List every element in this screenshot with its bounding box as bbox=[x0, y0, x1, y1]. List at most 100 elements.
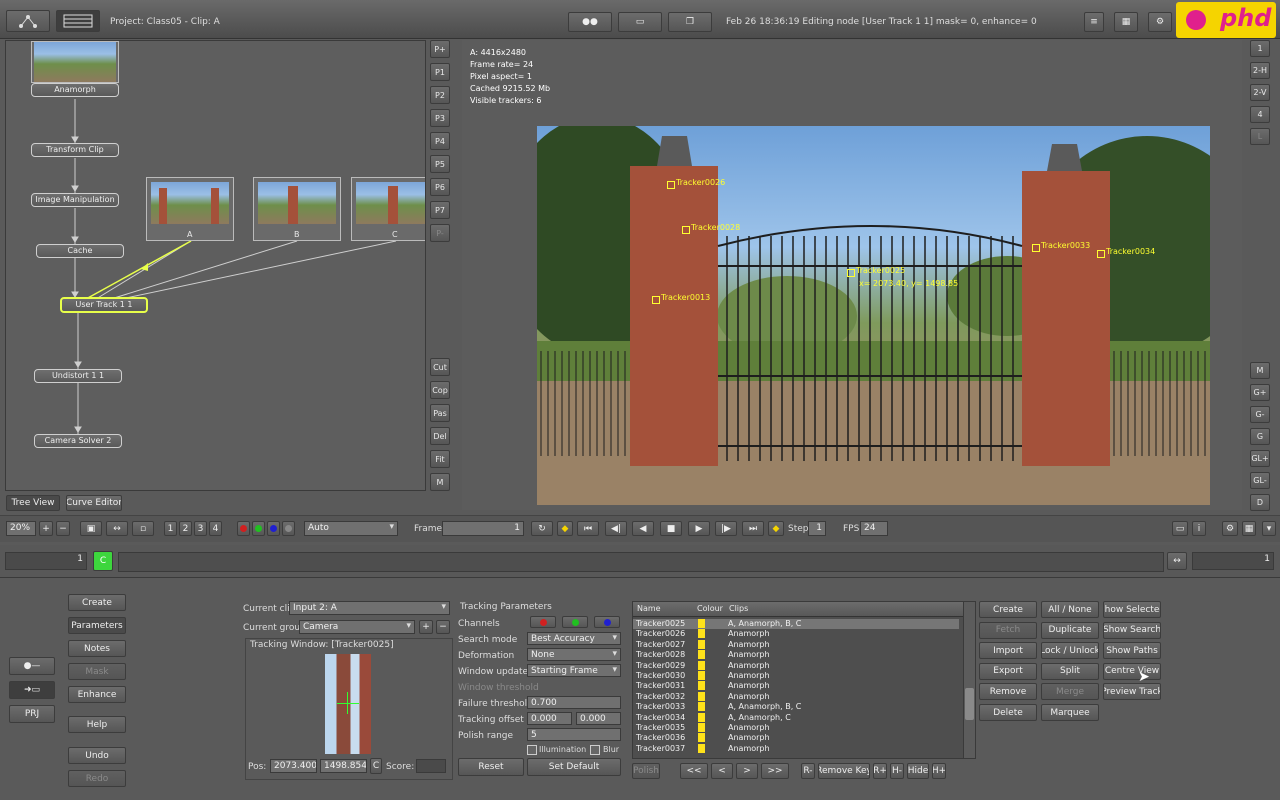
frame-field[interactable]: 1 bbox=[442, 521, 524, 536]
prev-key-button[interactable]: < bbox=[711, 763, 733, 779]
node-cache[interactable]: Cache bbox=[36, 244, 124, 258]
fit-view-icon[interactable]: ▣ bbox=[80, 521, 102, 536]
table-scrollbar[interactable] bbox=[963, 602, 975, 758]
copy-icon[interactable]: ❐ bbox=[668, 12, 712, 32]
tracking-window-preview[interactable] bbox=[325, 654, 371, 754]
view-grid-g[interactable]: G bbox=[1250, 428, 1270, 445]
center-c-button[interactable]: C bbox=[370, 758, 382, 774]
play-back-icon[interactable]: ◀ bbox=[632, 521, 654, 536]
tracker-marker[interactable] bbox=[652, 296, 660, 304]
table-row[interactable]: Tracker0034 A, Anamorph, C bbox=[633, 712, 959, 723]
table-scroll-thumb[interactable] bbox=[965, 688, 974, 720]
fetch-button[interactable]: Fetch bbox=[979, 621, 1037, 639]
view-grid-g[interactable]: G- bbox=[1250, 406, 1270, 423]
tracker-marker[interactable] bbox=[847, 269, 855, 277]
channel-red-button[interactable] bbox=[237, 521, 250, 536]
view-layout-2-v[interactable]: 2-V bbox=[1250, 84, 1270, 101]
show-paths-button[interactable]: Show Paths bbox=[1103, 642, 1161, 660]
all-none-button[interactable]: All / None bbox=[1041, 601, 1099, 618]
tracking-offset-y-field[interactable]: 0.000 bbox=[576, 712, 621, 725]
split-button[interactable]: Split bbox=[1041, 662, 1099, 680]
fps-field[interactable]: 24 bbox=[860, 521, 888, 536]
mode-3-button[interactable]: 3 bbox=[194, 521, 207, 536]
col-colour-header[interactable]: Colour bbox=[697, 604, 723, 613]
step-forward-icon[interactable]: |▶ bbox=[715, 521, 737, 536]
collapse-arrow-icon[interactable]: ▾ bbox=[1262, 521, 1276, 536]
next-key-button[interactable]: > bbox=[736, 763, 758, 779]
display-mode-select[interactable]: Auto bbox=[304, 521, 398, 536]
tool-pas[interactable]: Pas bbox=[430, 404, 450, 422]
table-row[interactable]: Tracker0037 Anamorph bbox=[633, 743, 959, 754]
table-row[interactable]: Tracker0030 Anamorph bbox=[633, 671, 959, 681]
set-default-button[interactable]: Set Default bbox=[527, 758, 621, 776]
tracker-colour-swatch[interactable] bbox=[698, 639, 705, 649]
notes-button[interactable]: Notes bbox=[68, 640, 126, 657]
view-grid-d[interactable]: D bbox=[1250, 494, 1270, 511]
h-button[interactable]: H- bbox=[890, 763, 904, 779]
window-update-select[interactable]: Starting Frame bbox=[527, 664, 621, 677]
tab-tree-view[interactable]: Tree View bbox=[6, 495, 60, 511]
create-button[interactable]: Create bbox=[979, 601, 1037, 618]
parameters-button[interactable]: Parameters bbox=[68, 617, 126, 634]
delete-button[interactable]: Delete bbox=[979, 704, 1037, 721]
tool-p4[interactable]: P4 bbox=[430, 132, 450, 150]
table-row[interactable]: Tracker0036 Anamorph bbox=[633, 733, 959, 743]
channel-blue-button[interactable] bbox=[267, 521, 280, 536]
tool-p3[interactable]: P3 bbox=[430, 109, 450, 127]
table-icon[interactable]: ▦ bbox=[1114, 12, 1138, 32]
channel-green-toggle[interactable] bbox=[562, 616, 588, 628]
mask-button[interactable]: Mask bbox=[68, 663, 126, 680]
undo-button[interactable]: Undo bbox=[68, 747, 126, 764]
project-icon[interactable]: PRJ bbox=[9, 705, 55, 723]
node-camera-solver[interactable]: Camera Solver 2 bbox=[34, 434, 122, 448]
col-clips-header[interactable]: Clips bbox=[729, 604, 748, 613]
keyframe-next-icon[interactable]: ◆ bbox=[768, 521, 784, 536]
channel-alpha-button[interactable] bbox=[282, 521, 295, 536]
tab-curve-editor[interactable]: Curve Editor bbox=[66, 495, 122, 511]
loop-icon[interactable]: ↻ bbox=[531, 521, 553, 536]
mode-1-button[interactable]: 1 bbox=[164, 521, 177, 536]
tool-p[interactable]: P- bbox=[430, 224, 450, 242]
tracker-marker[interactable] bbox=[1032, 244, 1040, 252]
redo-button[interactable]: Redo bbox=[68, 770, 126, 787]
view-layout-1[interactable]: 1 bbox=[1250, 40, 1270, 57]
clip-image[interactable]: Tracker0026 Tracker0028 Tracker0033 Tracker… bbox=[537, 126, 1210, 505]
tree-icon[interactable] bbox=[6, 10, 50, 32]
deformation-select[interactable]: None bbox=[527, 648, 621, 661]
list-layout-icon[interactable] bbox=[56, 10, 100, 32]
keyframe-prev-icon[interactable]: ◆ bbox=[557, 521, 573, 536]
node-transform-clip[interactable]: Transform Clip bbox=[31, 143, 119, 157]
tracker-colour-swatch[interactable] bbox=[698, 702, 705, 712]
stop-icon[interactable]: ■ bbox=[660, 521, 682, 536]
table-row[interactable]: Tracker0031 Anamorph bbox=[633, 681, 959, 691]
tool-p6[interactable]: P6 bbox=[430, 178, 450, 196]
zoom-field[interactable]: 20% bbox=[6, 521, 36, 536]
table-row[interactable]: Tracker0033 A, Anamorph, B, C bbox=[633, 702, 959, 712]
preview-track-button[interactable]: Preview Track bbox=[1103, 683, 1161, 701]
tool-p2[interactable]: P2 bbox=[430, 86, 450, 104]
polish-range-field[interactable]: 5 bbox=[527, 728, 621, 741]
step-back-icon[interactable]: ◀| bbox=[605, 521, 627, 536]
timeline-fit-icon[interactable]: ↔ bbox=[1167, 552, 1187, 570]
pos-x-field[interactable]: 2073.400 bbox=[270, 759, 317, 773]
illumination-checkbox[interactable] bbox=[527, 745, 537, 755]
input-b-thumbnail[interactable]: B bbox=[253, 177, 341, 241]
current-clip-select[interactable]: Input 2: A bbox=[289, 601, 450, 615]
go-end-icon[interactable]: ⏭ bbox=[742, 521, 764, 536]
pos-y-field[interactable]: 1498.854 bbox=[320, 759, 367, 773]
tracker-marker[interactable] bbox=[1097, 250, 1105, 258]
play-icon[interactable]: ▶ bbox=[688, 521, 710, 536]
slider-tool-icon[interactable]: ●— bbox=[9, 657, 55, 675]
r-button[interactable]: R- bbox=[801, 763, 815, 779]
settings-small-icon[interactable]: ⚙ bbox=[1222, 521, 1238, 536]
blur-checkbox[interactable] bbox=[590, 745, 600, 755]
tool-del[interactable]: Del bbox=[430, 427, 450, 445]
show-selected-button[interactable]: Show Selected bbox=[1103, 601, 1161, 618]
input-a-thumbnail[interactable]: A bbox=[146, 177, 234, 241]
tracker-colour-swatch[interactable] bbox=[698, 660, 705, 670]
failure-threshold-field[interactable]: 0.700 bbox=[527, 696, 621, 709]
enhance-button[interactable]: Enhance bbox=[68, 686, 126, 703]
tracker-colour-swatch[interactable] bbox=[698, 671, 705, 680]
viewer[interactable]: A: 4416x2480 Frame rate= 24 Pixel aspect… bbox=[462, 40, 1242, 510]
hide-button[interactable]: Hide bbox=[907, 763, 929, 779]
